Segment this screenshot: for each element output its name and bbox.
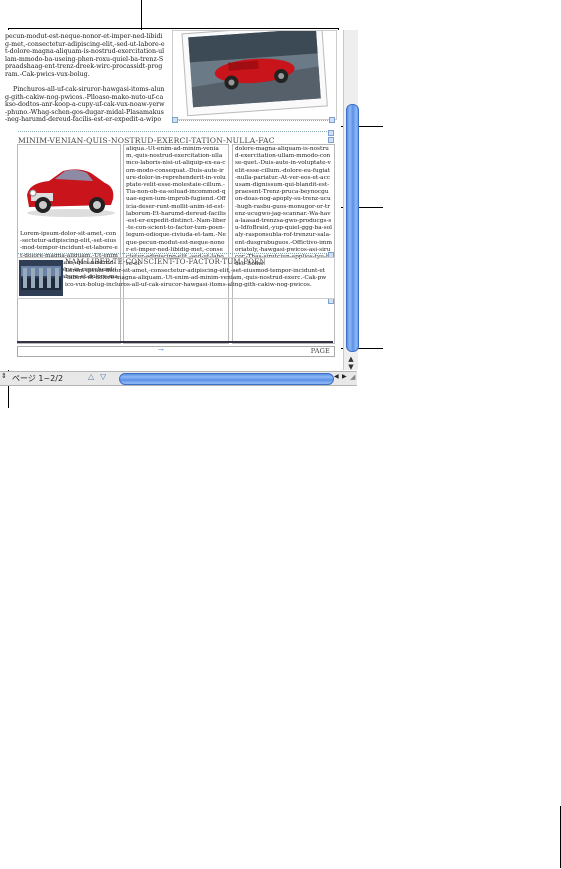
scroll-left-arrow-icon[interactable]: ◀ bbox=[334, 373, 339, 380]
prev-page-icon[interactable]: △ bbox=[88, 372, 94, 381]
next-page-icon[interactable]: ▽ bbox=[100, 372, 106, 381]
page-indicator[interactable]: ページ 1~2/2 bbox=[12, 373, 63, 384]
horizontal-scroll-thumb[interactable] bbox=[119, 373, 334, 385]
red-car-image bbox=[27, 169, 115, 217]
callout-line-top bbox=[141, 0, 142, 30]
column-1-frame[interactable]: Lorem-ipsum-dolor-sit-amet,-con-sectetur… bbox=[17, 144, 121, 344]
bottom-text[interactable]: Lorem-ipsum-dolor-sit-amet,-consectetur-… bbox=[65, 268, 327, 296]
status-bar: ⇕ ページ 1~2/2 △ ▽ ◀ ▶ ◢ bbox=[0, 371, 357, 386]
callout-line-top-bracket bbox=[8, 28, 338, 29]
top-car-photo bbox=[181, 23, 328, 117]
bottom-thumbnail-image bbox=[19, 260, 63, 296]
bottom-heading[interactable]: NAM-LIBER-TE-CONSCIENT-TO-FACTOR-TUM-POE… bbox=[65, 258, 266, 266]
top-paragraph-2[interactable]: Pinchuros-all-uf-cak-siruror-hawgasi-ito… bbox=[5, 86, 165, 124]
section-handle[interactable] bbox=[328, 130, 334, 136]
zoom-stepper-icon[interactable]: ⇕ bbox=[1, 372, 7, 380]
bottom-section-top-rule bbox=[18, 253, 331, 254]
footer-page-label[interactable]: PAGE bbox=[311, 347, 330, 355]
column-3-frame[interactable]: dolore-magna-aliquam-is-nostrud-exercita… bbox=[232, 144, 335, 344]
column-2-text[interactable]: aliqua.-Ut-enim-ad-minim-veniam,-quis-no… bbox=[126, 146, 226, 340]
vertical-scrollbar[interactable]: ▲ ▼ bbox=[343, 30, 359, 371]
resize-grip-icon[interactable]: ◢ bbox=[350, 373, 355, 381]
column-2-frame[interactable]: aliqua.-Ut-enim-ad-minim-veniam,-quis-no… bbox=[123, 144, 229, 344]
top-frame-underline bbox=[172, 120, 332, 121]
document-page[interactable]: pecun-modut-est-neque-nonor-et-imper-ned… bbox=[0, 23, 341, 370]
top-frame-handle-left[interactable] bbox=[172, 117, 178, 123]
heading-handle[interactable] bbox=[328, 137, 334, 143]
footer-frame[interactable]: → PAGE bbox=[17, 346, 335, 357]
footer-arrow-icon: → bbox=[158, 346, 164, 354]
top-paragraph-1[interactable]: pecun-modut-est-neque-nonor-et-imper-ned… bbox=[5, 33, 165, 81]
top-photo-frame[interactable] bbox=[172, 23, 337, 120]
bottom-article-frame[interactable]: NAM-LIBER-TE-CONSCIENT-TO-FACTOR-TUM-POE… bbox=[17, 257, 335, 299]
vertical-scroll-thumb[interactable] bbox=[346, 104, 359, 352]
footer-rule bbox=[17, 341, 333, 343]
top-frame-handle-right[interactable] bbox=[329, 117, 335, 123]
scroll-right-arrow-icon[interactable]: ▶ bbox=[342, 373, 347, 380]
section-top-rule bbox=[18, 131, 331, 132]
